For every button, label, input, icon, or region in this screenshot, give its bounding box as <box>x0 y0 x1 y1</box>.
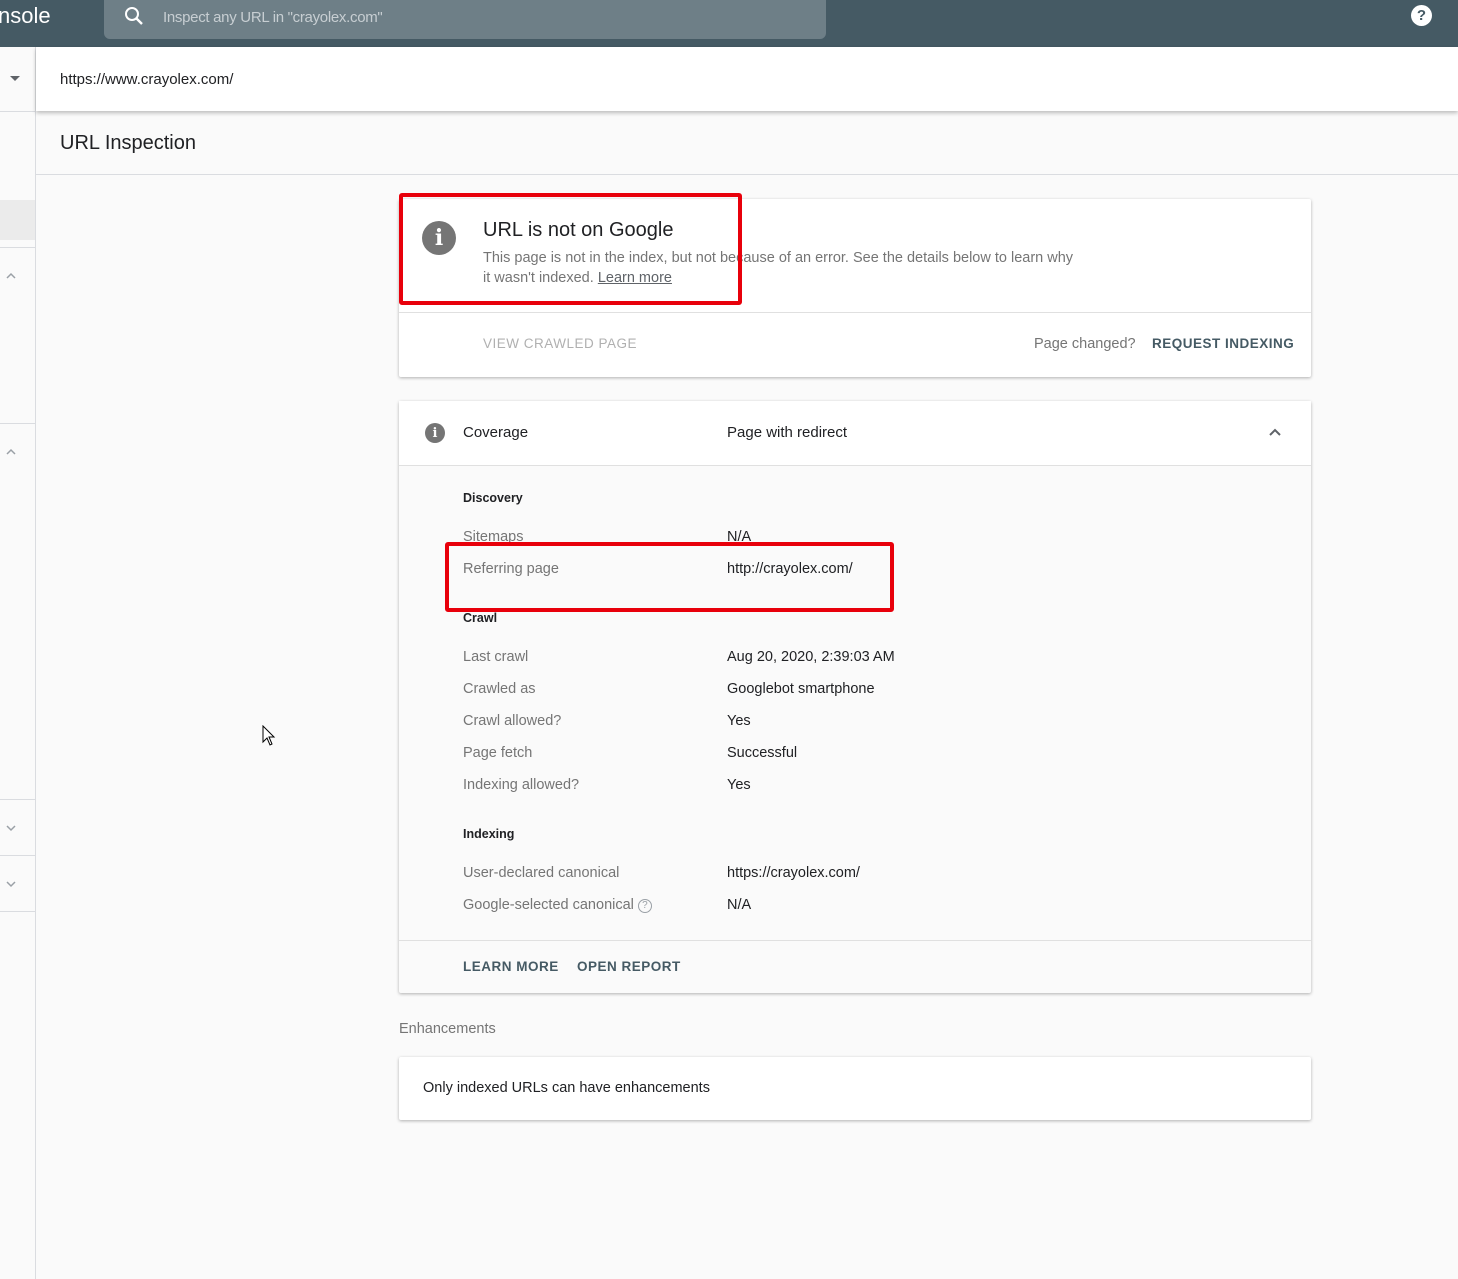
request-indexing-button[interactable]: REQUEST INDEXING <box>1152 336 1294 351</box>
row-value: N/A <box>727 897 752 913</box>
enhancements-message: Only indexed URLs can have enhancements <box>423 1080 710 1096</box>
section-indexing: Indexing <box>463 827 515 841</box>
row-label: Indexing allowed? <box>463 777 580 793</box>
row-label-with-help: Google-selected canonical? <box>463 897 652 913</box>
annotation-box-referring-page <box>445 542 894 612</box>
url-inspect-search[interactable] <box>104 0 826 39</box>
mouse-cursor-icon <box>262 725 276 746</box>
help-circle-icon[interactable]: ? <box>637 899 652 913</box>
section-crawl: Crawl <box>463 611 498 625</box>
sidebar-divider <box>0 247 35 248</box>
coverage-header[interactable]: i Coverage Page with redirect <box>399 401 1311 466</box>
chevron-up-icon[interactable] <box>6 447 16 457</box>
coverage-label: Coverage <box>463 424 529 441</box>
inspected-url-bar: https://www.crayolex.com/ <box>36 47 1458 111</box>
sidebar-divider <box>0 911 35 912</box>
coverage-value: Page with redirect <box>727 424 848 441</box>
sidebar-divider <box>0 799 35 800</box>
row-label: Crawled as <box>463 681 536 697</box>
divider <box>399 312 1311 313</box>
help-icon[interactable]: ? <box>1411 5 1432 26</box>
divider <box>399 940 1311 941</box>
row-label: Crawl allowed? <box>463 713 562 729</box>
page-title: URL Inspection <box>60 132 196 154</box>
view-crawled-page-button[interactable]: VIEW CRAWLED PAGE <box>483 336 637 351</box>
chevron-up-icon[interactable] <box>6 271 16 281</box>
product-name: nsole <box>0 3 51 28</box>
coverage-card: i Coverage Page with redirect Discovery … <box>399 401 1311 993</box>
row-label: Google-selected canonical <box>463 897 634 913</box>
row-value: Successful <box>727 745 798 761</box>
row-label: Last crawl <box>463 649 529 665</box>
row-value: Yes <box>727 713 751 729</box>
row-value: https://crayolex.com/ <box>727 865 860 881</box>
chevron-down-icon[interactable] <box>6 823 16 833</box>
section-discovery: Discovery <box>463 491 523 505</box>
property-selector[interactable] <box>0 47 35 112</box>
search-input[interactable] <box>161 6 785 28</box>
row-label: Page fetch <box>463 745 533 761</box>
open-report-button[interactable]: OPEN REPORT <box>577 959 681 974</box>
annotation-box-status <box>399 193 742 305</box>
row-value: Yes <box>727 777 751 793</box>
learn-more-button[interactable]: LEARN MORE <box>463 959 559 974</box>
inspected-url: https://www.crayolex.com/ <box>60 71 234 88</box>
sidebar-divider <box>0 855 35 856</box>
app-bar: nsole ? <box>0 0 1458 47</box>
info-icon: i <box>425 423 445 443</box>
page-changed-label: Page changed? <box>1034 336 1136 352</box>
sidebar-divider <box>0 423 35 424</box>
enhancements-card: Only indexed URLs can have enhancements <box>399 1057 1311 1120</box>
page-header: URL Inspection <box>36 111 1458 175</box>
chevron-up-icon[interactable] <box>1267 425 1283 441</box>
row-label: User-declared canonical <box>463 865 620 881</box>
chevron-down-icon[interactable] <box>6 879 16 889</box>
row-value: Aug 20, 2020, 2:39:03 AM <box>727 649 895 665</box>
sidebar-item-active[interactable] <box>0 200 35 240</box>
search-icon <box>125 7 143 25</box>
caret-down-icon <box>10 76 20 81</box>
sidebar <box>0 47 36 1279</box>
row-value: Googlebot smartphone <box>727 681 875 697</box>
enhancements-label: Enhancements <box>399 1021 496 1037</box>
